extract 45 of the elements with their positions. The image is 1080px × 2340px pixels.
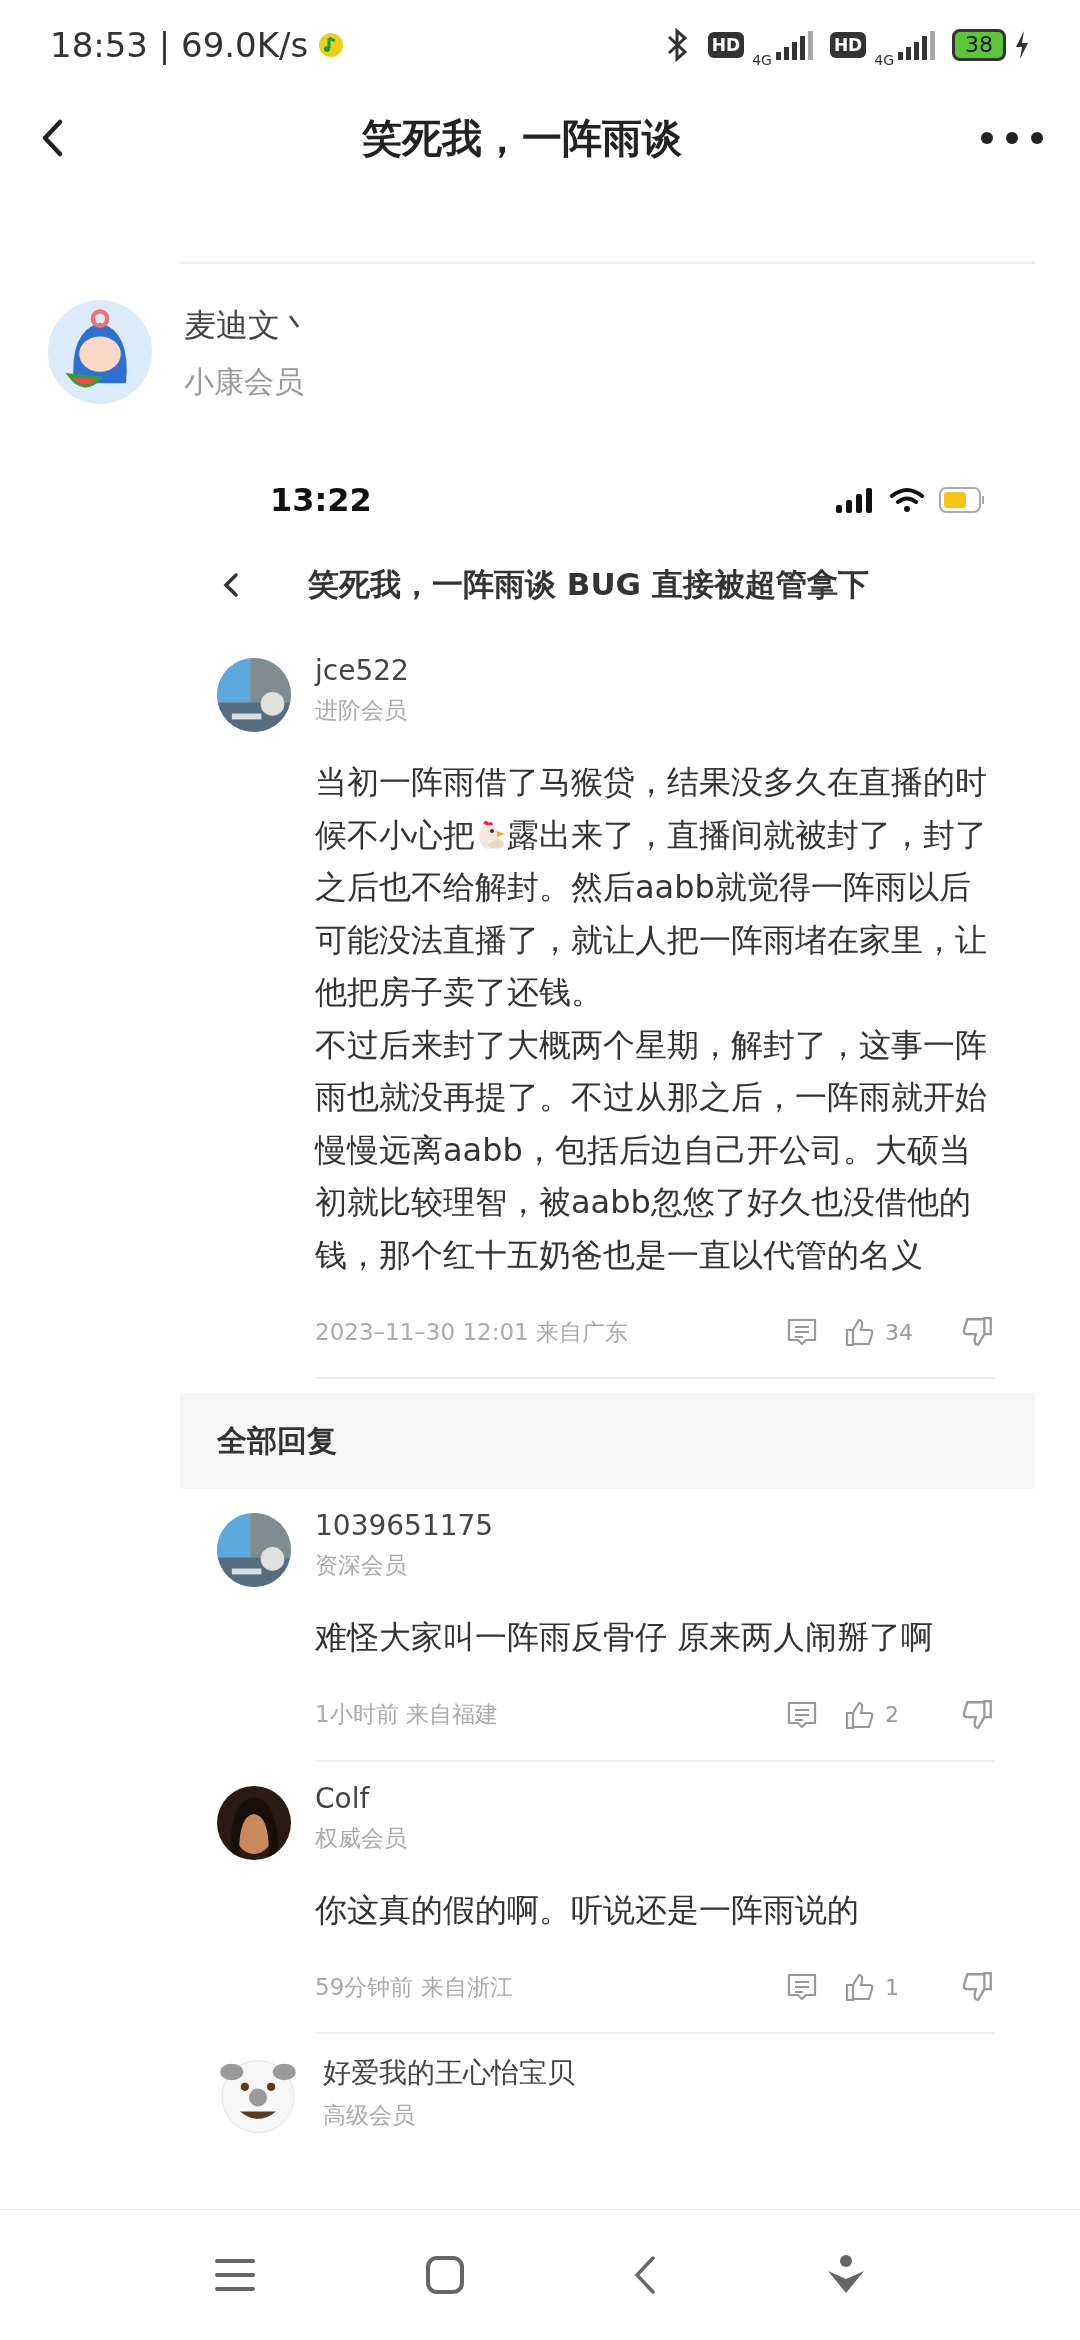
member-rank: 小康会员 xyxy=(184,363,305,401)
comment-meta: 1小时前 来自福建 xyxy=(315,1700,498,1729)
more-icon[interactable] xyxy=(980,131,1044,145)
comment-text: 不过后来封了大概两个星期，解封了，这事一阵雨也就没再提了。不过从那之后，一阵雨就开始慢慢远离aabb，包括后边自己开公司。大硕当初就比较理智，被aabb忽悠了好久也没借他的钱，那个红十五奶爸也是一直以代管的名义 xyxy=(315,1024,988,1276)
battery-indicator: 38 xyxy=(952,29,1006,61)
comment-meta: 2023–11–30 12:01 来自广东 xyxy=(315,1317,628,1347)
post-title: 笑死我，一阵雨谈 BUG 直接被超管拿下 xyxy=(308,565,869,604)
member-rank: 资深会员 xyxy=(315,1551,408,1580)
comment-text: 难怪大家叫一阵雨反骨仔 原来两人闹掰了啊 xyxy=(315,1617,935,1658)
network-label: 4G xyxy=(752,52,772,68)
user-name[interactable]: 麦迪文丶 xyxy=(184,304,312,348)
hd-badge: HD xyxy=(829,32,867,58)
signal-icon xyxy=(835,487,875,513)
member-rank: 进阶会员 xyxy=(315,696,408,725)
signal-icon xyxy=(773,30,814,60)
back-icon[interactable] xyxy=(222,571,240,599)
section-title: 全部回复 xyxy=(217,1421,337,1460)
charging-icon xyxy=(1014,30,1030,60)
member-rank: 高级会员 xyxy=(323,2101,416,2130)
signal-icon xyxy=(896,30,936,60)
comment-text: 当初一阵雨借了马猴贷，结果没多久在直播的时候不小心把 露出来了，直播间就被封了，封了之后也不给解封。然后aabb就觉得一阵雨以后可能没法直播了，就让人把一阵雨堵在家里，让他把房子卖了还钱。 xyxy=(315,762,988,1013)
status-time: 13:22 xyxy=(270,481,372,519)
music-icon xyxy=(318,32,345,58)
page-title: 笑死我，一阵雨谈 xyxy=(362,113,682,163)
user-name[interactable]: 1039651175 xyxy=(315,1509,995,1542)
assistant-icon[interactable] xyxy=(825,2255,866,2295)
back-icon[interactable] xyxy=(40,118,64,158)
menu-icon[interactable] xyxy=(214,2257,257,2293)
home-icon[interactable] xyxy=(424,2255,465,2295)
user-name[interactable]: jce522 xyxy=(315,654,995,687)
comment-meta: 59分钟前 来自浙江 xyxy=(315,1972,513,2002)
dislike-icon[interactable] xyxy=(961,1970,995,2004)
network-label: 4G xyxy=(874,52,894,68)
comment-text: 你这真的假的啊。听说还是一阵雨说的 xyxy=(315,1889,860,1931)
dislike-icon[interactable] xyxy=(961,1697,995,1732)
wifi-icon xyxy=(889,487,925,513)
status-text: 18:53 | 69.0K/s xyxy=(50,25,309,65)
thumbs-up-icon xyxy=(843,1971,875,2003)
thumbs-up-icon xyxy=(843,1316,875,1348)
battery-icon xyxy=(939,487,985,513)
dislike-icon[interactable] xyxy=(961,1315,995,1349)
hd-badge: HD xyxy=(707,32,745,58)
user-name[interactable]: 好爱我的王心怡宝贝 xyxy=(323,2054,995,2092)
user-name[interactable]: Colf xyxy=(315,1781,995,1815)
member-rank: 权威会员 xyxy=(315,1823,408,1853)
